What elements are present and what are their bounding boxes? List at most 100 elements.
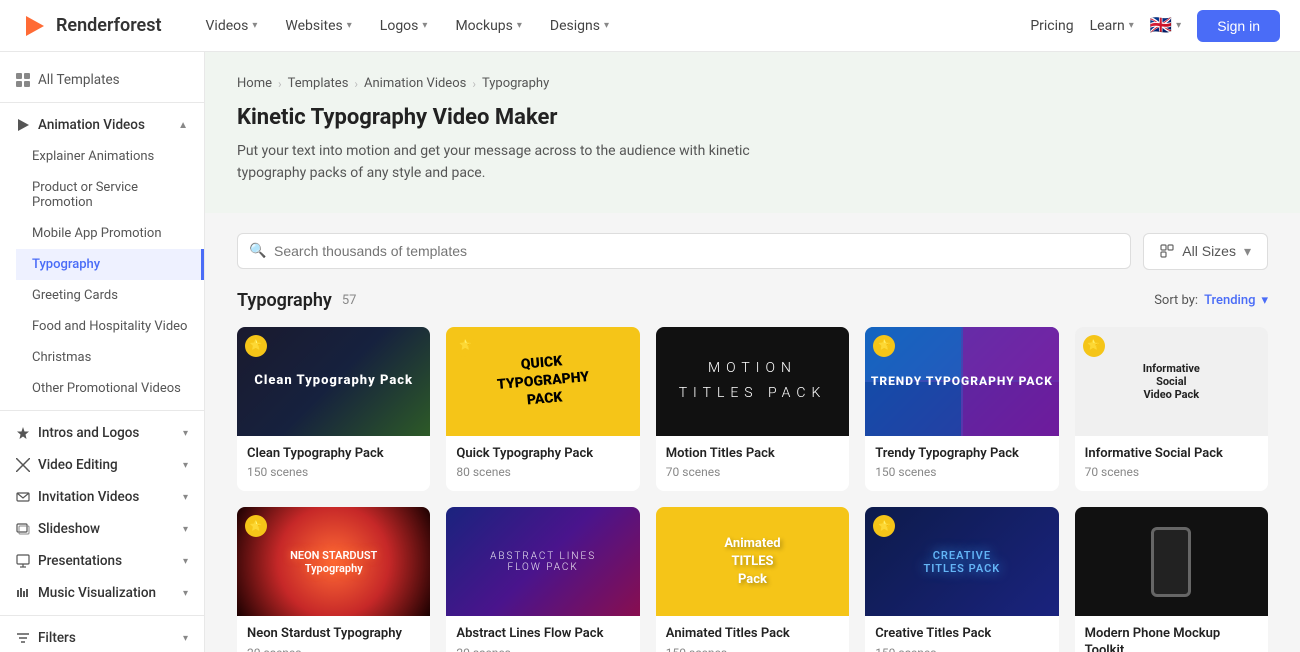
template-card-quick[interactable]: QUICKTYPOGRAPHYPACK ⭐ Quick Typography P… xyxy=(446,327,639,492)
nav-videos-arrow: ▾ xyxy=(252,20,257,31)
sidebar-parent-animation[interactable]: Animation Videos ▲ xyxy=(0,109,204,141)
nav-websites[interactable]: Websites ▾ xyxy=(273,12,363,40)
nav-mockups[interactable]: Mockups ▾ xyxy=(443,12,533,40)
search-input[interactable] xyxy=(237,233,1131,269)
template-card-trendy[interactable]: TRENDY TYPOGRAPHY PACK ⭐ Trendy Typograp… xyxy=(865,327,1058,492)
sidebar-item-typography[interactable]: Typography xyxy=(16,249,204,280)
sidebar-item-greeting[interactable]: Greeting Cards xyxy=(16,280,204,311)
card-title-neon: Neon Stardust Typography xyxy=(247,626,420,643)
nav-designs-arrow: ▾ xyxy=(604,20,609,31)
nav-logos[interactable]: Logos ▾ xyxy=(368,12,440,40)
template-grid-row2: NEON STARDUSTTypography ⭐ Neon Stardust … xyxy=(237,507,1268,652)
card-badge-social: ⭐ xyxy=(1083,335,1105,357)
card-badge-creative: ⭐ xyxy=(873,515,895,537)
flag-icon: 🇬🇧 xyxy=(1150,15,1172,36)
breadcrumb-sep-1: › xyxy=(278,77,282,91)
sidebar-item-mobile[interactable]: Mobile App Promotion xyxy=(16,218,204,249)
search-icon: 🔍 xyxy=(249,243,266,259)
thumb-quick-text: QUICKTYPOGRAPHYPACK xyxy=(495,350,592,412)
search-input-wrap: 🔍 xyxy=(237,233,1131,269)
card-thumb-trendy: TRENDY TYPOGRAPHY PACK ⭐ xyxy=(865,327,1058,436)
sidebar-parent-music[interactable]: Music Visualization ▾ xyxy=(0,577,204,609)
sort-by-control[interactable]: Sort by: Trending ▾ xyxy=(1154,293,1268,308)
card-info-quick: Quick Typography Pack 80 scenes xyxy=(446,436,639,492)
card-title-trendy: Trendy Typography Pack xyxy=(875,446,1048,463)
star-icon xyxy=(16,426,30,440)
sign-in-button[interactable]: Sign in xyxy=(1197,10,1280,42)
breadcrumb-home[interactable]: Home xyxy=(237,76,272,91)
card-meta-animated: 150 scenes xyxy=(666,646,839,652)
breadcrumb: Home › Templates › Animation Videos › Ty… xyxy=(237,76,1268,91)
filters-section[interactable]: Filters ▾ xyxy=(0,622,204,652)
logo-text: Renderforest xyxy=(56,15,162,36)
card-meta-social: 70 scenes xyxy=(1085,465,1258,479)
card-title-phone: Modern Phone Mockup Toolkit xyxy=(1085,626,1258,652)
card-title-motion: Motion Titles Pack xyxy=(666,446,839,463)
card-thumb-animated: AnimatedTITLESPack xyxy=(656,507,849,616)
learn-arrow: ▾ xyxy=(1129,20,1134,31)
card-badge-neon: ⭐ xyxy=(245,515,267,537)
card-thumb-motion: MOTIONTITLES PACK xyxy=(656,327,849,436)
template-card-creative[interactable]: CREATIVETITLES PACK ⭐ Creative Titles Pa… xyxy=(865,507,1058,652)
sidebar-item-other[interactable]: Other Promotional Videos xyxy=(16,373,204,404)
music-icon xyxy=(16,586,30,600)
envelope-icon xyxy=(16,490,30,504)
sidebar-item-christmas[interactable]: Christmas xyxy=(16,342,204,373)
language-selector[interactable]: 🇬🇧 ▾ xyxy=(1150,15,1181,36)
main-content: Home › Templates › Animation Videos › Ty… xyxy=(205,52,1300,652)
card-meta-clean: 150 scenes xyxy=(247,465,420,479)
thumb-animated-text: AnimatedTITLESPack xyxy=(724,535,780,590)
sidebar-parent-presentations[interactable]: Presentations ▾ xyxy=(0,545,204,577)
sidebar-item-explainer[interactable]: Explainer Animations xyxy=(16,141,204,172)
template-card-phone[interactable]: Modern Phone Mockup Toolkit 80 scenes xyxy=(1075,507,1268,652)
size-filter-button[interactable]: All Sizes ▾ xyxy=(1143,233,1268,270)
logo[interactable]: Renderforest xyxy=(20,12,162,40)
thumb-clean-text: Clean Typography Pack xyxy=(254,372,413,390)
template-card-animated[interactable]: AnimatedTITLESPack Animated Titles Pack … xyxy=(656,507,849,652)
sidebar-parent-video-editing[interactable]: Video Editing ▾ xyxy=(0,449,204,481)
nav-designs[interactable]: Designs ▾ xyxy=(538,12,621,40)
sidebar-item-food[interactable]: Food and Hospitality Video xyxy=(16,311,204,342)
music-chevron: ▾ xyxy=(183,588,188,599)
main-nav: Videos ▾ Websites ▾ Logos ▾ Mockups ▾ De… xyxy=(194,12,1031,40)
pricing-link[interactable]: Pricing xyxy=(1030,18,1073,34)
size-filter-icon xyxy=(1160,244,1174,258)
breadcrumb-animation[interactable]: Animation Videos xyxy=(364,76,466,91)
learn-link[interactable]: Learn ▾ xyxy=(1090,18,1134,34)
layout: All Templates Animation Videos ▲ Explain… xyxy=(0,52,1300,652)
sidebar-parent-intros[interactable]: Intros and Logos ▾ xyxy=(0,417,204,449)
content-area: 🔍 All Sizes ▾ Typography 57 xyxy=(205,213,1300,652)
breadcrumb-sep-2: › xyxy=(354,77,358,91)
thumb-phone-shape xyxy=(1151,527,1191,597)
sidebar-parent-invitation[interactable]: Invitation Videos ▾ xyxy=(0,481,204,513)
card-thumb-quick: QUICKTYPOGRAPHYPACK ⭐ xyxy=(446,327,639,436)
template-card-clean[interactable]: Clean Typography Pack ⭐ Clean Typography… xyxy=(237,327,430,492)
card-thumb-social: InformativeSocialVideo Pack ⭐ xyxy=(1075,327,1268,436)
intros-chevron: ▾ xyxy=(183,428,188,439)
card-title-quick: Quick Typography Pack xyxy=(456,446,629,463)
thumb-trendy-overlay: TRENDY TYPOGRAPHY PACK xyxy=(871,374,1053,388)
template-card-social[interactable]: InformativeSocialVideo Pack ⭐ Informativ… xyxy=(1075,327,1268,492)
video-editing-chevron: ▾ xyxy=(183,460,188,471)
nav-videos[interactable]: Videos ▾ xyxy=(194,12,270,40)
hero-description: Put your text into motion and get your m… xyxy=(237,140,757,185)
breadcrumb-templates[interactable]: Templates xyxy=(288,76,349,91)
card-info-trendy: Trendy Typography Pack 150 scenes xyxy=(865,436,1058,492)
nav-mockups-arrow: ▾ xyxy=(517,20,522,31)
sidebar-item-all-templates[interactable]: All Templates xyxy=(0,64,204,96)
template-card-neon[interactable]: NEON STARDUSTTypography ⭐ Neon Stardust … xyxy=(237,507,430,652)
card-info-clean: Clean Typography Pack 150 scenes xyxy=(237,436,430,492)
card-info-social: Informative Social Pack 70 scenes xyxy=(1075,436,1268,492)
hero-section: Home › Templates › Animation Videos › Ty… xyxy=(205,52,1300,213)
template-card-motion[interactable]: MOTIONTITLES PACK Motion Titles Pack 70 … xyxy=(656,327,849,492)
template-card-abstract[interactable]: ABSTRACT LINESFLOW PACK Abstract Lines F… xyxy=(446,507,639,652)
filter-chevron: ▾ xyxy=(1244,243,1251,260)
sort-label: Sort by: xyxy=(1154,293,1198,308)
card-thumb-clean: Clean Typography Pack ⭐ xyxy=(237,327,430,436)
sidebar-parent-slideshow[interactable]: Slideshow ▾ xyxy=(0,513,204,545)
sort-arrow: ▾ xyxy=(1261,293,1268,308)
card-meta-quick: 80 scenes xyxy=(456,465,629,479)
sidebar-item-product[interactable]: Product or Service Promotion xyxy=(16,172,204,218)
page-title: Kinetic Typography Video Maker xyxy=(237,105,1268,130)
card-thumb-abstract: ABSTRACT LINESFLOW PACK xyxy=(446,507,639,616)
